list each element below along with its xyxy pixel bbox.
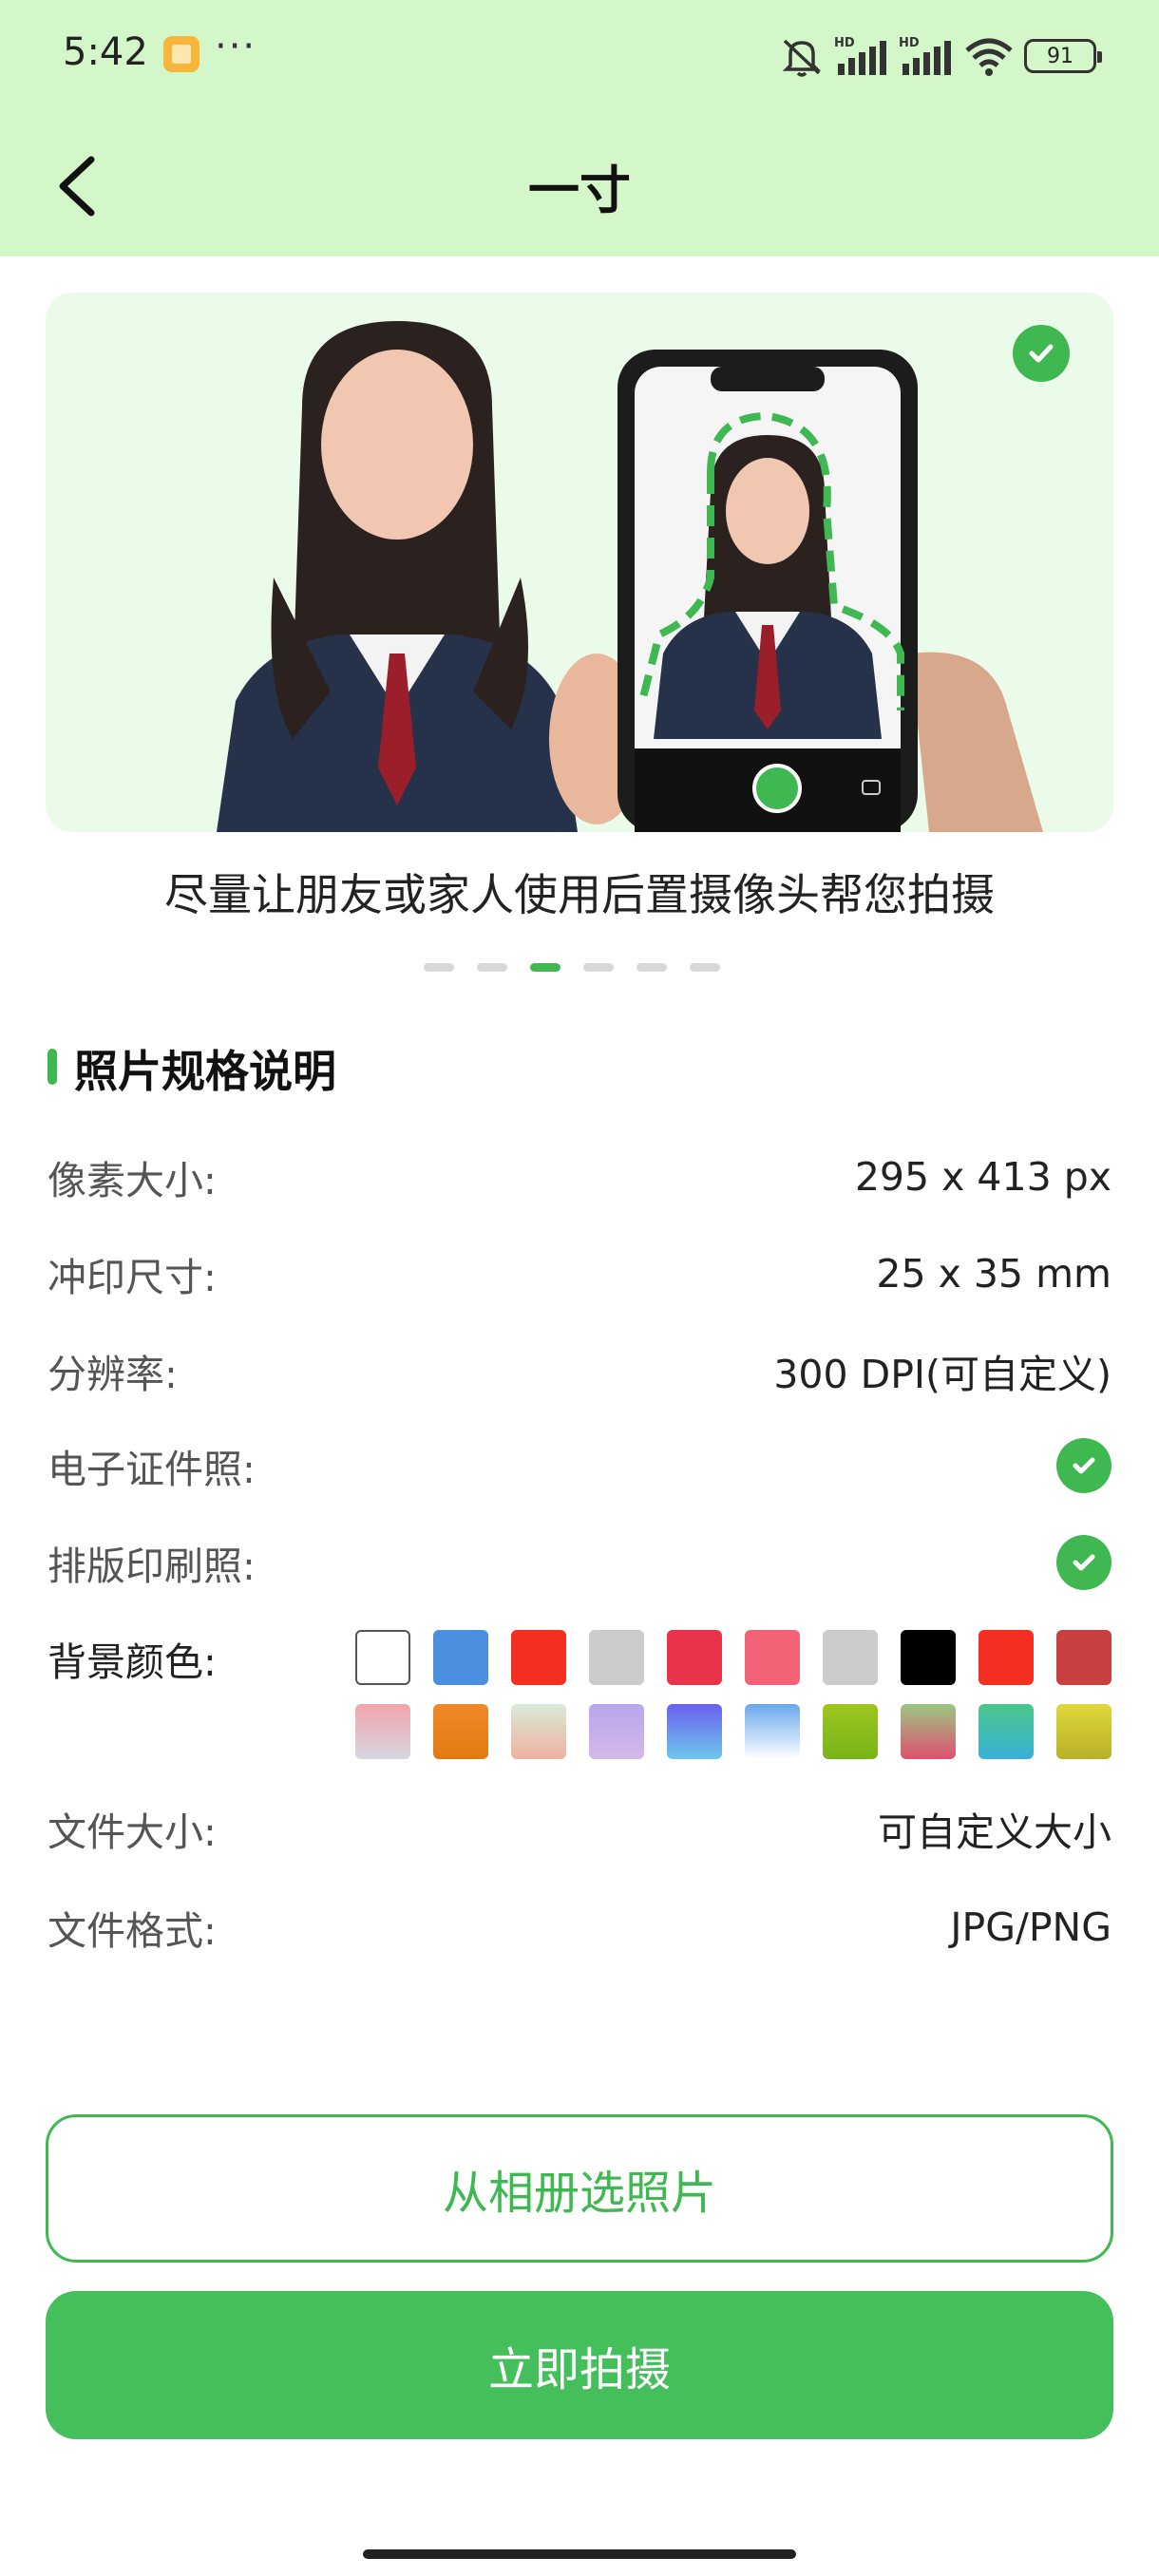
color-swatch[interactable] (823, 1704, 878, 1759)
color-swatch[interactable] (745, 1630, 800, 1685)
status-icons: HD HD 91 (779, 32, 1102, 80)
color-swatch[interactable] (901, 1704, 956, 1759)
spec-value: 25 x 35 mm (876, 1251, 1112, 1297)
background-color-label: 背景颜色: (48, 1639, 217, 1685)
signal-hd-icon: HD (834, 36, 886, 75)
spec-value: 295 x 413 px (854, 1154, 1112, 1200)
selected-check-icon (1013, 325, 1070, 382)
svg-text:HD: HD (834, 36, 855, 50)
spec-label: 排版印刷照: (48, 1544, 256, 1589)
color-swatch[interactable] (978, 1630, 1034, 1685)
status-time: 5:42 (63, 30, 148, 74)
color-swatch[interactable] (589, 1704, 644, 1759)
color-swatch[interactable] (823, 1630, 878, 1685)
spec-label: 分辨率: (48, 1352, 178, 1397)
home-indicator[interactable] (363, 2549, 796, 2559)
spec-row-print-layout: 排版印刷照: (48, 1529, 1112, 1596)
color-swatch[interactable] (667, 1704, 722, 1759)
spec-label: 文件大小: (48, 1809, 217, 1855)
tutorial-banner[interactable] (46, 293, 1113, 832)
choose-from-album-button[interactable]: 从相册选照片 (46, 2114, 1113, 2263)
carousel-dot[interactable] (583, 963, 614, 972)
wifi-icon (965, 38, 1013, 76)
carousel-dot[interactable] (424, 963, 454, 972)
carousel-dot-active[interactable] (530, 963, 560, 972)
color-swatch[interactable] (667, 1630, 722, 1685)
banner-caption: 尽量让朋友或家人使用后置摄像头帮您拍摄 (164, 869, 995, 920)
shoot-now-button[interactable]: 立即拍摄 (46, 2291, 1113, 2439)
carousel-dot[interactable] (477, 963, 507, 972)
spec-row-file-format: 文件格式: JPG/PNG (48, 1894, 1112, 1960)
color-swatch[interactable] (1056, 1630, 1112, 1685)
color-swatch[interactable] (511, 1630, 566, 1685)
svg-text:HD: HD (899, 36, 920, 50)
color-swatch[interactable] (511, 1704, 566, 1759)
page-title: 一寸 (528, 161, 631, 220)
color-swatch[interactable] (745, 1704, 800, 1759)
color-swatch[interactable] (901, 1630, 956, 1685)
section-title: 照片规格说明 (74, 1046, 336, 1097)
carousel-dot[interactable] (636, 963, 667, 972)
spec-row-digital-photo: 电子证件照: (48, 1432, 1112, 1499)
mute-icon (782, 39, 822, 77)
spec-row-pixel-size: 像素大小: 295 x 413 px (48, 1144, 1112, 1210)
notification-app-icon (163, 36, 200, 72)
color-swatch[interactable] (433, 1704, 488, 1759)
spec-row-resolution: 分辨率: 300 DPI(可自定义) (48, 1337, 1112, 1404)
spec-label: 冲印尺寸: (48, 1255, 217, 1300)
status-more-dots: ··· (215, 25, 257, 68)
color-swatch[interactable] (433, 1630, 488, 1685)
spec-label: 电子证件照: (48, 1447, 256, 1492)
color-swatch[interactable] (589, 1630, 644, 1685)
spec-value: 可自定义大小 (878, 1809, 1112, 1855)
spec-row-print-size: 冲印尺寸: 25 x 35 mm (48, 1241, 1112, 1307)
spec-label: 文件格式: (48, 1908, 217, 1954)
spec-row-file-size: 文件大小: 可自定义大小 (48, 1795, 1112, 1862)
battery-icon: 91 (1024, 39, 1102, 73)
color-swatch[interactable] (355, 1630, 410, 1685)
carousel-dot[interactable] (690, 963, 720, 972)
check-circle-icon (1056, 1438, 1112, 1493)
color-swatch[interactable] (978, 1704, 1034, 1759)
check-circle-icon (1056, 1535, 1112, 1590)
tutorial-illustration (217, 321, 1043, 832)
section-accent-bar (48, 1049, 57, 1085)
color-swatch[interactable] (355, 1704, 410, 1759)
background-color-swatches (355, 1630, 1113, 1759)
spec-value: 300 DPI(可自定义) (773, 1352, 1112, 1397)
spec-value: JPG/PNG (950, 1904, 1112, 1950)
carousel-dots (424, 963, 720, 975)
color-swatch[interactable] (1056, 1704, 1112, 1759)
spec-label: 像素大小: (48, 1158, 217, 1203)
signal-hd-icon: HD (899, 36, 951, 75)
